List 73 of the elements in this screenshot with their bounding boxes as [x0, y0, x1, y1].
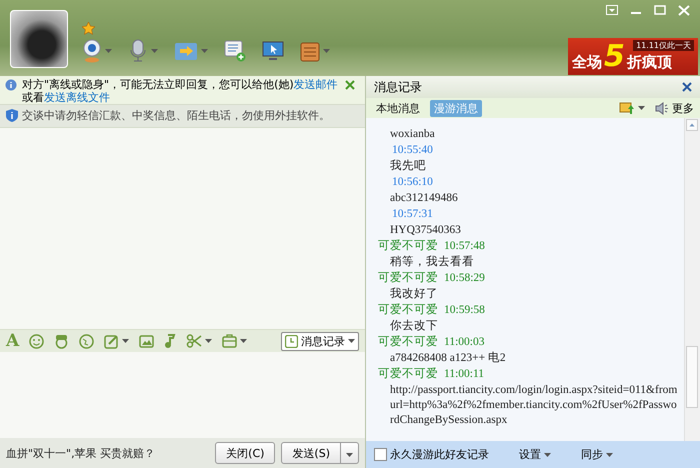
message-time: 11:00:03	[444, 335, 484, 350]
scrollbar[interactable]	[684, 118, 700, 441]
message-time: 10:58:29	[444, 271, 485, 286]
music-note-icon[interactable]	[164, 334, 176, 348]
sync-menu[interactable]: 同步	[581, 447, 613, 462]
more-button[interactable]: 更多	[655, 100, 694, 116]
star-icon	[82, 22, 95, 35]
smiley-icon[interactable]	[29, 334, 44, 348]
roam-checkbox[interactable]: 永久漫游此好友记录	[374, 447, 489, 462]
sale-banner[interactable]: 11.11仅此一天 全场5折疯顶	[568, 38, 698, 75]
banner-number: 5	[604, 42, 625, 72]
scroll-up-icon[interactable]	[686, 119, 698, 131]
message-time: 10:55:40	[392, 144, 433, 156]
banner-text: 全场	[572, 53, 602, 72]
microphone-icon[interactable]	[128, 39, 148, 63]
caret-icon[interactable]	[346, 452, 353, 456]
webcam-icon[interactable]	[82, 39, 102, 63]
ad-link[interactable]: 血拼"双十一",苹果 买贵就赔？	[6, 446, 210, 460]
message-time: 10:56:10	[392, 176, 433, 188]
message-text: 我先吧	[389, 159, 427, 174]
caret-icon[interactable]	[544, 452, 551, 456]
close-icon[interactable]	[682, 82, 692, 92]
caret-icon[interactable]	[122, 339, 130, 343]
settings-menu[interactable]: 设置	[519, 447, 551, 462]
message-text: 稍等，我去看看	[389, 255, 475, 270]
send-button[interactable]: 发送(S)	[281, 442, 341, 464]
message-time: 11:00:11	[444, 367, 484, 382]
shield-icon	[6, 109, 18, 122]
info-icon	[5, 79, 17, 91]
caret-icon[interactable]	[348, 339, 355, 343]
sender-name: 可爱不可爱	[378, 239, 438, 254]
message-time: 10:57:31	[392, 208, 433, 220]
message-text: http://passport.tiancity.com/login/login.aspx?siteid=011&fromurl=http%3a%2f%2fmember.tiancity.com%2fUser%2fPasswordChangeBySession.aspx	[389, 383, 678, 428]
message-text: abc312149486	[389, 191, 459, 206]
speaker-icon	[655, 102, 669, 114]
history-tab[interactable]: 本地消息	[372, 100, 424, 116]
send-offline-file-link[interactable]: 发送离线文件	[44, 91, 110, 104]
avatar[interactable]	[10, 10, 68, 68]
caret-icon[interactable]	[606, 452, 613, 456]
panel-title: 消息记录	[374, 78, 422, 96]
close-icon[interactable]	[345, 80, 355, 90]
message-time: 10:59:58	[444, 303, 485, 318]
caret-icon[interactable]	[205, 339, 212, 343]
offline-notice: 对方"离线或隐身"，可能无法立即回复，您可以给他(她)发送邮件 或看发送离线文件	[22, 78, 338, 104]
edit-icon[interactable]	[104, 334, 120, 348]
clock-icon	[285, 334, 298, 348]
message-history-button[interactable]: 消息记录	[281, 332, 359, 350]
scissors-icon[interactable]	[186, 334, 202, 348]
message-text: 你去改下	[389, 319, 439, 334]
banner-text: 折疯顶	[626, 53, 672, 72]
message-text: woxianba	[389, 127, 436, 142]
sender-name: 可爱不可爱	[378, 271, 438, 286]
briefcase-icon[interactable]	[222, 334, 238, 348]
security-warning: 交谈中请勿轻信汇款、中奖信息、陌生电话，勿使用外挂软件。	[22, 109, 330, 122]
message-text: 我改好了	[389, 287, 439, 302]
sender-name: 可爱不可爱	[378, 303, 438, 318]
close-button[interactable]: 关闭(C)	[215, 442, 276, 464]
sender-name: 可爱不可爱	[378, 367, 438, 382]
send-mail-link[interactable]: 发送邮件	[294, 78, 338, 91]
banner-tag: 11.11仅此一天	[633, 40, 694, 51]
caret-icon[interactable]	[638, 106, 645, 110]
message-time: 10:57:48	[444, 239, 485, 254]
message-text: a784268408 a123++ 电2	[389, 351, 507, 366]
image-icon[interactable]	[139, 334, 154, 348]
scrollbar-thumb[interactable]	[686, 346, 698, 408]
sender-name: 可爱不可爱	[378, 335, 438, 350]
export-icon[interactable]	[619, 101, 635, 115]
add-message-icon[interactable]	[224, 40, 246, 62]
crate-icon[interactable]	[300, 40, 320, 62]
monitor-icon[interactable]	[262, 40, 284, 62]
caret-icon[interactable]	[240, 339, 248, 343]
message-text: HYQ37540363	[389, 223, 462, 238]
send-options-button[interactable]	[341, 442, 359, 464]
